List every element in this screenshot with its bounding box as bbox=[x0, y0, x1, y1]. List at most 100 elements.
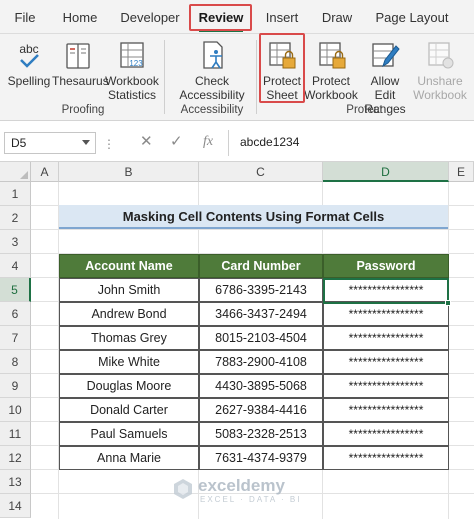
row-header-2[interactable]: 2 bbox=[0, 206, 31, 230]
row-header-5[interactable]: 5 bbox=[0, 278, 31, 302]
formula-input[interactable]: abcde1234 bbox=[240, 135, 299, 149]
name-box-chevron-down-icon[interactable] bbox=[82, 140, 90, 145]
row-header-14[interactable]: 14 bbox=[0, 494, 31, 518]
table-cell-card-number[interactable]: 3466-3437-2494 bbox=[199, 302, 323, 326]
review-tab-highlight bbox=[189, 4, 252, 31]
thesaurus-icon bbox=[66, 43, 90, 69]
table-cell-password[interactable]: **************** bbox=[323, 326, 449, 350]
table-cell-account-name[interactable]: Paul Samuels bbox=[59, 422, 199, 446]
tab-draw[interactable]: Draw bbox=[318, 0, 356, 34]
ribbon-separator bbox=[256, 40, 257, 114]
protect-sheet-highlight bbox=[259, 33, 305, 103]
table-cell-account-name[interactable]: Anna Marie bbox=[59, 446, 199, 470]
table-cell-password[interactable]: **************** bbox=[323, 422, 449, 446]
review-ribbon: abc Spelling Thesaurus 123 Workbook Stat… bbox=[0, 34, 474, 121]
protect-group-label: Protect bbox=[346, 104, 383, 116]
table-header-account-name[interactable]: Account Name bbox=[59, 254, 199, 278]
select-all-icon bbox=[20, 171, 28, 179]
exceldemy-logo-icon bbox=[174, 479, 192, 499]
select-all-corner[interactable] bbox=[0, 162, 31, 182]
gridline bbox=[31, 229, 474, 230]
row-header-10[interactable]: 10 bbox=[0, 398, 31, 422]
cancel-icon[interactable]: ✕ bbox=[140, 134, 153, 150]
row-header-11[interactable]: 11 bbox=[0, 422, 31, 446]
workbook-statistics-icon: 123 bbox=[120, 42, 144, 68]
formula-bar: D5 ⋮ ✕ ✓ fx abcde1234 bbox=[0, 124, 474, 162]
thesaurus-button[interactable]: Thesaurus bbox=[52, 38, 109, 88]
table-cell-password[interactable]: **************** bbox=[323, 398, 449, 422]
table-cell-card-number[interactable]: 7631-4374-9379 bbox=[199, 446, 323, 470]
ribbon-tab-bar: File Home Developer Review Insert Draw P… bbox=[0, 0, 474, 34]
row-header-13[interactable]: 13 bbox=[0, 470, 31, 494]
row-header-4[interactable]: 4 bbox=[0, 254, 31, 278]
ribbon-separator bbox=[164, 40, 165, 114]
table-cell-account-name[interactable]: John Smith bbox=[59, 278, 199, 302]
sheet-title[interactable]: Masking Cell Contents Using Format Cells bbox=[59, 205, 448, 229]
row-header-6[interactable]: 6 bbox=[0, 302, 31, 326]
row-header-12[interactable]: 12 bbox=[0, 446, 31, 470]
tab-developer[interactable]: Developer bbox=[116, 0, 184, 34]
accessibility-icon bbox=[203, 41, 223, 69]
workbook-statistics-label-1: Workbook bbox=[105, 74, 159, 88]
table-cell-card-number[interactable]: 4430-3895-5068 bbox=[199, 374, 323, 398]
table-cell-password[interactable]: **************** bbox=[323, 302, 449, 326]
formula-bar-separator bbox=[228, 130, 229, 156]
table-cell-account-name[interactable]: Douglas Moore bbox=[59, 374, 199, 398]
row-header-9[interactable]: 9 bbox=[0, 374, 31, 398]
column-header-a[interactable]: A bbox=[31, 162, 59, 182]
column-header-d[interactable]: D bbox=[323, 162, 449, 182]
allow-edit-ranges-icon bbox=[372, 43, 400, 68]
check-accessibility-label-2: Accessibility bbox=[179, 88, 245, 102]
row-header-1[interactable]: 1 bbox=[0, 182, 31, 206]
table-cell-card-number[interactable]: 5083-2328-2513 bbox=[199, 422, 323, 446]
table-cell-account-name[interactable]: Andrew Bond bbox=[59, 302, 199, 326]
table-cell-password[interactable]: **************** bbox=[323, 350, 449, 374]
name-box-value: D5 bbox=[11, 136, 27, 150]
row-header-3[interactable]: 3 bbox=[0, 230, 31, 254]
check-accessibility-button[interactable]: Check Accessibility bbox=[170, 38, 254, 102]
unshare-workbook-icon bbox=[428, 42, 454, 69]
protect-workbook-button[interactable]: Protect Workbook bbox=[303, 38, 359, 102]
watermark-subtitle: EXCEL · DATA · BI bbox=[200, 495, 302, 504]
unshare-workbook-button: Unshare Workbook bbox=[412, 38, 468, 102]
spelling-icon: abc bbox=[19, 42, 39, 68]
insert-function-icon[interactable]: fx bbox=[203, 134, 213, 150]
table-cell-account-name[interactable]: Donald Carter bbox=[59, 398, 199, 422]
table-cell-card-number[interactable]: 8015-2103-4504 bbox=[199, 326, 323, 350]
table-cell-card-number[interactable]: 6786-3395-2143 bbox=[199, 278, 323, 302]
table-cell-account-name[interactable]: Mike White bbox=[59, 350, 199, 374]
workbook-statistics-button[interactable]: 123 Workbook Statistics bbox=[104, 38, 160, 102]
thesaurus-label: Thesaurus bbox=[52, 74, 109, 88]
row-header-8[interactable]: 8 bbox=[0, 350, 31, 374]
table-cell-password[interactable]: **************** bbox=[323, 374, 449, 398]
allow-edit-ranges-label-1: Allow Edit bbox=[370, 74, 400, 102]
table-cell-account-name[interactable]: Thomas Grey bbox=[59, 326, 199, 350]
row-header-7[interactable]: 7 bbox=[0, 326, 31, 350]
tab-insert[interactable]: Insert bbox=[262, 0, 302, 34]
name-box[interactable]: D5 bbox=[4, 132, 96, 154]
column-header-c[interactable]: C bbox=[199, 162, 323, 182]
watermark-name: exceldemy bbox=[198, 476, 285, 495]
table-header-card-number[interactable]: Card Number bbox=[199, 254, 323, 278]
worksheet-grid: A B C D E 1 2 3 4 5 6 7 8 9 10 11 12 13 … bbox=[0, 162, 474, 519]
unshare-workbook-label-2: Workbook bbox=[413, 88, 467, 102]
tab-page-layout[interactable]: Page Layout bbox=[372, 0, 452, 34]
check-accessibility-label-1: Check bbox=[194, 74, 229, 88]
enter-icon[interactable]: ✓ bbox=[170, 134, 183, 150]
table-cell-card-number[interactable]: 7883-2900-4108 bbox=[199, 350, 323, 374]
protect-workbook-label-2: Workbook bbox=[304, 88, 358, 102]
column-header-e[interactable]: E bbox=[449, 162, 474, 182]
table-header-password[interactable]: Password bbox=[323, 254, 449, 278]
statistics-icon-text: 123 bbox=[129, 59, 143, 68]
spelling-button[interactable]: abc Spelling bbox=[6, 38, 52, 88]
column-header-b[interactable]: B bbox=[59, 162, 199, 182]
proofing-group-label: Proofing bbox=[61, 104, 105, 116]
table-cell-password[interactable]: **************** bbox=[323, 446, 449, 470]
table-cell-password[interactable]: **************** bbox=[323, 278, 449, 302]
tab-home[interactable]: Home bbox=[58, 0, 102, 34]
protect-workbook-icon bbox=[319, 42, 346, 69]
table-cell-card-number[interactable]: 2627-9384-4416 bbox=[199, 398, 323, 422]
unshare-workbook-label-1: Unshare bbox=[417, 74, 463, 88]
protect-workbook-label-1: Protect bbox=[311, 74, 350, 88]
tab-file[interactable]: File bbox=[10, 0, 40, 34]
